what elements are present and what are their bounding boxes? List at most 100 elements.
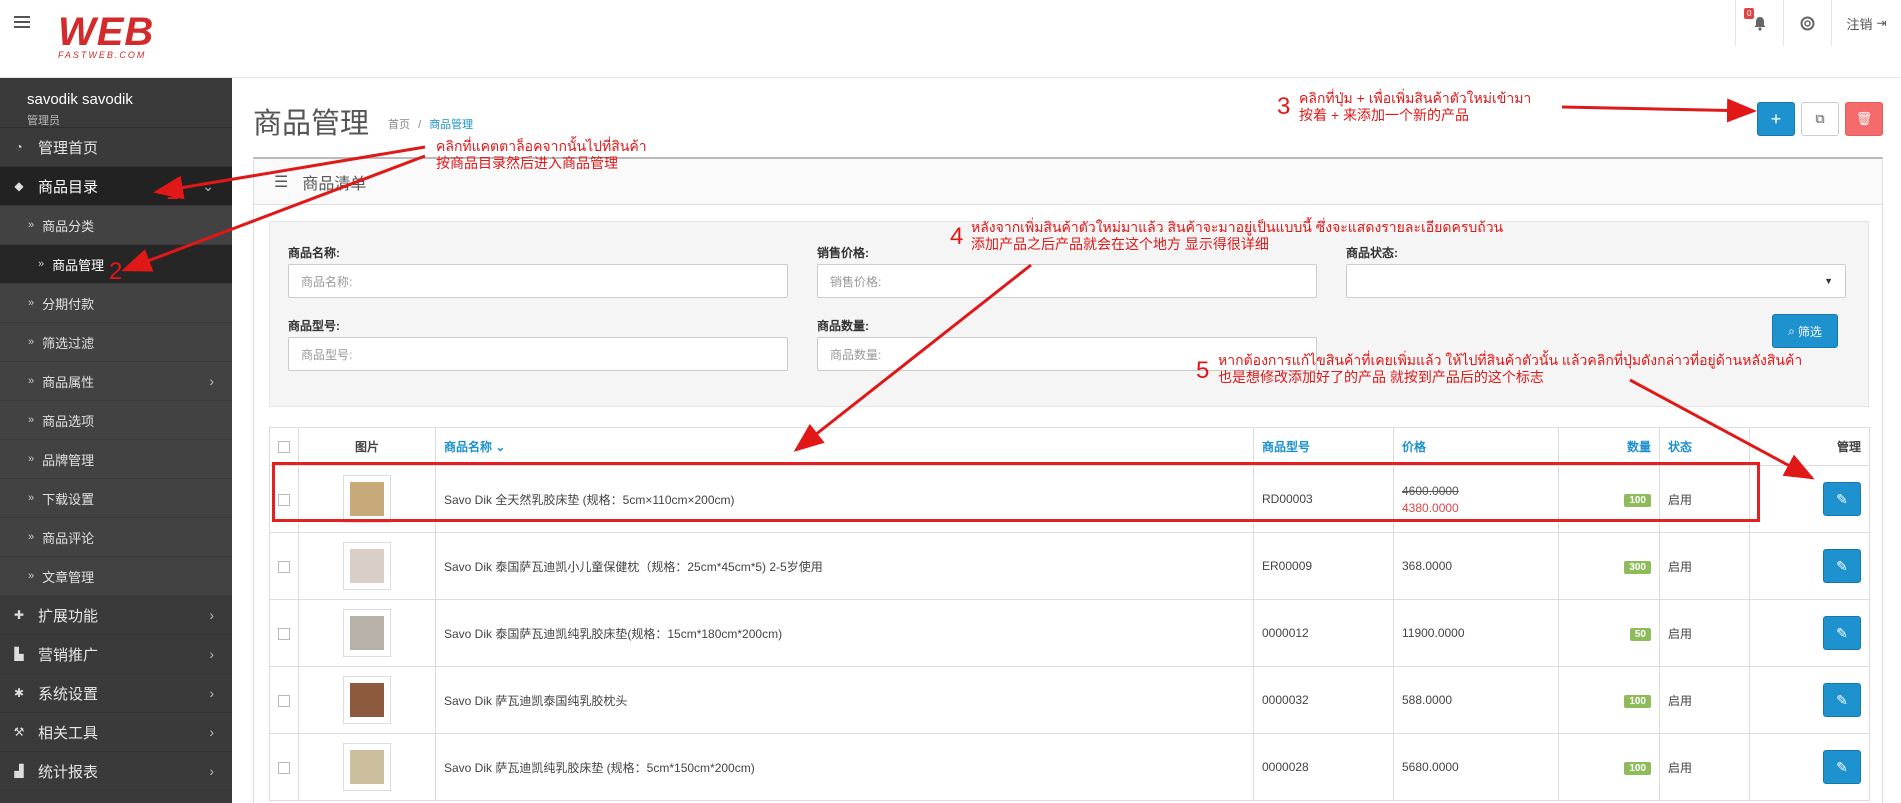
help-button[interactable] <box>1783 0 1831 46</box>
logo-subtext: FASTWEB.COM <box>58 50 147 60</box>
product-model: 0000012 <box>1253 599 1394 667</box>
filter-name-input[interactable]: 商品名称: <box>288 264 788 298</box>
sidebar-item-reviews[interactable]: » 商品评论 <box>0 518 232 557</box>
col-price[interactable]: 价格 <box>1393 427 1559 466</box>
product-action-cell: ✎ <box>1749 465 1870 533</box>
col-name[interactable]: 商品名称 ⌄ <box>435 427 1254 466</box>
menu-toggle-icon[interactable] <box>14 16 30 28</box>
sidebar-item-marketing[interactable]: ▙ 营销推广 › <box>0 635 232 674</box>
breadcrumb-home[interactable]: 首页 <box>388 119 410 131</box>
col-action: 管理 <box>1749 427 1870 466</box>
table-row[interactable]: Savo Dik 泰国萨瓦迪凯纯乳胶床垫(规格：15cm*180cm*200cm… <box>269 599 1870 667</box>
annotation-5-number: 5 <box>1196 357 1210 384</box>
quantity-badge: 300 <box>1624 560 1651 574</box>
sidebar-item-dashboard[interactable]: ◔ 管理首页 <box>0 128 232 167</box>
sidebar-item-filters[interactable]: » 筛选过滤 <box>0 323 232 362</box>
edit-product-button[interactable]: ✎ <box>1823 750 1861 784</box>
sidebar-item-catalog[interactable]: ◆ 商品目录 ⌄ <box>0 167 232 206</box>
product-status: 启用 <box>1659 733 1750 801</box>
sidebar-item-categories[interactable]: » 商品分类 <box>0 206 232 245</box>
lifebuoy-icon <box>1800 16 1815 30</box>
breadcrumb: 首页 / 商品管理 <box>388 116 473 132</box>
product-action-cell: ✎ <box>1749 599 1870 667</box>
quantity-badge: 100 <box>1624 761 1651 775</box>
sidebar-item-label: 文章管理 <box>42 569 95 585</box>
filter-price-input[interactable]: 销售价格: <box>817 264 1317 298</box>
product-thumbnail <box>343 542 391 590</box>
main-content: 商品管理 首页 / 商品管理 + ⧉ 🗑 ☰ 商品清单 商品名称: 商品名称: … <box>232 78 1901 803</box>
filter-model-input[interactable]: 商品型号: <box>288 337 788 371</box>
col-model[interactable]: 商品型号 <box>1253 427 1394 466</box>
caret-down-icon: ▼ <box>1824 276 1833 286</box>
sidebar: savodik savodik 管理员 ◔ 管理首页 ◆ 商品目录 ⌄ » 商品分… <box>0 78 232 803</box>
annotation-3-text: คลิกที่ปุ่ม + เพื่อเพิ่มสินค้าตัวใหม่เข้… <box>1299 90 1531 124</box>
sidebar-item-installments[interactable]: » 分期付款 <box>0 284 232 323</box>
user-profile[interactable]: savodik savodik 管理员 <box>0 78 232 128</box>
sidebar-item-attributes[interactable]: » 商品属性 › <box>0 362 232 401</box>
logo[interactable]: WEB FASTWEB.COM <box>58 10 178 70</box>
edit-product-button[interactable]: ✎ <box>1823 549 1861 583</box>
annotation-3-line2: 按着 + 来添加一个新的产品 <box>1299 107 1469 123</box>
double-chevron-icon: » <box>28 375 35 387</box>
sidebar-item-brands[interactable]: » 品牌管理 <box>0 440 232 479</box>
col-status[interactable]: 状态 <box>1659 427 1750 466</box>
product-image-cell <box>298 599 436 667</box>
edit-product-button[interactable]: ✎ <box>1823 482 1861 516</box>
top-header: WEB FASTWEB.COM 0 注销 ⇥ <box>0 0 1901 78</box>
product-quantity-cell: 300 <box>1558 532 1660 600</box>
sidebar-item-label: 筛选过滤 <box>42 335 95 351</box>
row-checkbox[interactable] <box>278 627 290 640</box>
copy-product-button[interactable]: ⧉ <box>1801 102 1839 136</box>
row-checkbox[interactable] <box>278 761 290 774</box>
sidebar-item-label: 营销推广 <box>38 646 99 664</box>
chevron-right-icon: › <box>209 724 214 740</box>
col-quantity[interactable]: 数量 <box>1558 427 1660 466</box>
product-name: Savo Dik 泰国萨瓦迪凯纯乳胶床垫(规格：15cm*180cm*200cm… <box>435 599 1254 667</box>
table-row[interactable]: Savo Dik 萨瓦迪凯纯乳胶床垫 (规格：5cm*150cm*200cm) … <box>269 733 1870 801</box>
sidebar-item-reports[interactable]: ▟ 统计报表 › <box>0 752 232 791</box>
pencil-icon: ✎ <box>1836 491 1848 507</box>
col-image: 图片 <box>298 427 436 466</box>
notifications-button[interactable]: 0 <box>1735 0 1783 46</box>
chevron-right-icon: › <box>209 685 214 701</box>
filter-button[interactable]: ⌕ 筛选 <box>1772 314 1838 348</box>
delete-product-button[interactable]: 🗑 <box>1845 102 1883 136</box>
sidebar-item-label: 管理首页 <box>38 139 99 157</box>
product-quantity-cell: 50 <box>1558 599 1660 667</box>
product-price-cell: 5680.0000 <box>1393 733 1559 801</box>
row-checkbox[interactable] <box>278 560 290 573</box>
filter-status-select[interactable]: ▼ <box>1346 264 1846 298</box>
sidebar-item-label: 商品目录 <box>38 178 99 196</box>
sidebar-item-downloads[interactable]: » 下载设置 <box>0 479 232 518</box>
sidebar-item-label: 商品管理 <box>52 257 105 273</box>
product-image-cell <box>298 532 436 600</box>
product-model: 0000028 <box>1253 733 1394 801</box>
header-actions: 0 注销 ⇥ <box>1735 0 1901 46</box>
chevron-down-icon: ⌄ <box>202 178 214 194</box>
select-all-checkbox[interactable] <box>278 441 290 454</box>
double-chevron-icon: » <box>28 492 35 504</box>
product-price-cell: 588.0000 <box>1393 666 1559 734</box>
sidebar-item-settings[interactable]: ✱ 系统设置 › <box>0 674 232 713</box>
row-checkbox[interactable] <box>278 694 290 707</box>
breadcrumb-current[interactable]: 商品管理 <box>429 119 473 131</box>
plus-icon: + <box>1770 108 1782 129</box>
row-checkbox-cell <box>269 532 299 600</box>
user-role: 管理员 <box>27 115 60 127</box>
pencil-icon: ✎ <box>1836 625 1848 641</box>
cart-icon: ▙ <box>14 647 24 661</box>
highlight-box <box>272 462 1760 522</box>
table-row[interactable]: Savo Dik 萨瓦迪凯泰国纯乳胶枕头 0000032 588.0000 10… <box>269 666 1870 734</box>
add-product-button[interactable]: + <box>1757 102 1795 136</box>
table-row[interactable]: Savo Dik 泰国萨瓦迪凯小儿童保健枕（规格：25cm*45cm*5) 2-… <box>269 532 1870 600</box>
edit-product-button[interactable]: ✎ <box>1823 683 1861 717</box>
bell-icon <box>1754 16 1765 31</box>
sidebar-item-tools[interactable]: ⚒ 相关工具 › <box>0 713 232 752</box>
sidebar-item-extensions[interactable]: ✚ 扩展功能 › <box>0 596 232 635</box>
sidebar-item-options[interactable]: » 商品选项 <box>0 401 232 440</box>
bar-chart-icon: ▟ <box>14 764 24 778</box>
copy-icon: ⧉ <box>1815 111 1825 126</box>
sidebar-item-articles[interactable]: » 文章管理 <box>0 557 232 596</box>
logout-button[interactable]: 注销 ⇥ <box>1831 0 1901 46</box>
edit-product-button[interactable]: ✎ <box>1823 616 1861 650</box>
